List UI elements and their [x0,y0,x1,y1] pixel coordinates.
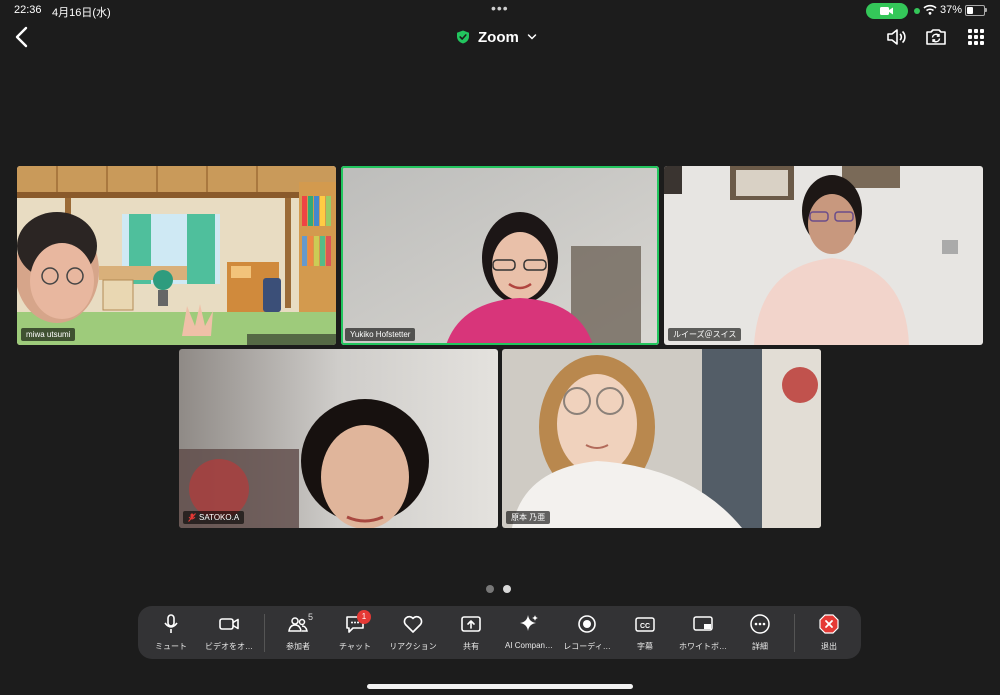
record-icon [578,615,596,633]
reaction-button[interactable]: リアクション [382,612,444,656]
leave-label: 退出 [821,642,837,651]
shield-check-icon [457,30,469,44]
page-indicator[interactable] [486,585,511,593]
video-camera-icon [219,618,239,630]
whiteboard-icon [693,616,713,631]
toolbar-divider [794,614,795,652]
video-toggle-button[interactable]: ビデオをオ… [198,612,260,656]
leave-meeting-icon [819,614,839,634]
video-label: ビデオをオ… [205,642,253,651]
participant-name: SATOKO.A [199,513,240,522]
multitasking-dots-icon[interactable]: ••• [491,0,509,16]
mute-label: ミュート [155,642,187,651]
participant-video-feed [502,349,821,528]
sparkle-icon [520,615,538,631]
status-bar: 22:36 4月16日(水) ••• 37% [0,0,1000,22]
page-dot-current[interactable] [503,585,511,593]
svg-text:CC: CC [640,623,650,630]
leave-button[interactable]: 退出 [798,612,860,656]
video-tile-participant-1[interactable]: miwa utsumi [17,166,336,345]
mute-button[interactable]: ミュート [140,612,202,656]
more-label: 詳細 [752,642,768,651]
battery-cap [985,8,987,12]
chat-unread-badge: 1 [357,610,371,624]
video-tile-participant-4[interactable]: SATOKO.A [179,349,498,528]
share-button[interactable]: 共有 [440,612,502,656]
participant-video-feed [179,349,498,528]
whiteboard-button[interactable]: ホワイトボ… [672,612,734,656]
participants-button[interactable]: 5 参加者 [267,612,329,656]
closed-captions-icon: CC [635,617,655,632]
home-indicator[interactable] [367,684,633,689]
participant-name-tag: Yukiko Hofstetter [345,328,416,341]
more-options-icon [750,614,770,634]
chat-button[interactable]: 1 チャット [324,610,386,656]
status-date: 4月16日(水) [52,7,111,19]
video-tile-participant-5[interactable]: 原本 乃亜 [502,349,821,528]
battery-level [967,7,973,14]
ai-companion-label: AI Compan… [504,641,554,650]
microphone-icon [164,614,178,633]
virtual-background-room [17,166,336,345]
battery-icon [965,5,985,16]
status-time: 22:36 [14,4,42,16]
participant-name: 原本 乃亜 [511,513,546,522]
participants-count-badge: 5 [308,612,314,622]
participant-name: Yukiko Hofstetter [350,330,411,339]
muted-microphone-icon [188,513,196,522]
participant-name-tag: miwa utsumi [21,328,76,341]
page-dot[interactable] [486,585,494,593]
video-camera-icon [880,7,893,15]
toolbar-divider [264,614,265,652]
privacy-dot-icon [914,8,920,14]
back-chevron-icon[interactable] [12,25,32,49]
participants-label: 参加者 [286,642,310,651]
speaker-icon[interactable] [884,25,908,49]
participant-name: miwa utsumi [26,330,71,339]
participant-name-tag: 原本 乃亜 [506,511,551,524]
participants-icon [288,617,308,632]
whiteboard-label: ホワイトボ… [679,642,727,651]
meeting-header: Zoom [0,22,1000,52]
participant-video-feed [341,166,659,345]
ai-companion-button[interactable]: AI Compan… [498,612,560,656]
wifi-icon [923,4,937,15]
captions-label: 字幕 [637,642,653,651]
gallery-grid-icon[interactable] [964,25,988,49]
meeting-controls-toolbar: ミュート ビデオをオ… 5 参加者 1 チャット リアクション 共有 AI Co… [138,606,861,659]
chat-label: チャット [339,642,371,651]
participant-name-tag: SATOKO.A [183,511,245,524]
chevron-down-icon [527,34,537,40]
share-screen-icon [461,616,481,632]
more-button[interactable]: 詳細 [729,612,791,656]
captions-button[interactable]: CC 字幕 [614,612,676,656]
switch-camera-icon[interactable] [924,25,948,49]
participant-video-feed [664,166,983,345]
participant-name: ルイーズ＠スイス [673,330,737,339]
reaction-label: リアクション [389,642,437,651]
video-tile-participant-2[interactable]: Yukiko Hofstetter [341,166,659,345]
battery-percent: 37% [940,4,963,16]
record-label: レコーディ… [563,642,611,651]
share-label: 共有 [463,642,479,651]
heart-icon [403,615,423,633]
video-tile-participant-3[interactable]: ルイーズ＠スイス [664,166,983,345]
record-button[interactable]: レコーディ… [556,612,618,656]
camera-in-use-indicator [866,3,908,19]
participant-name-tag: ルイーズ＠スイス [668,328,742,341]
meeting-title-button[interactable]: Zoom [456,26,537,48]
meeting-title: Zoom [478,28,519,46]
